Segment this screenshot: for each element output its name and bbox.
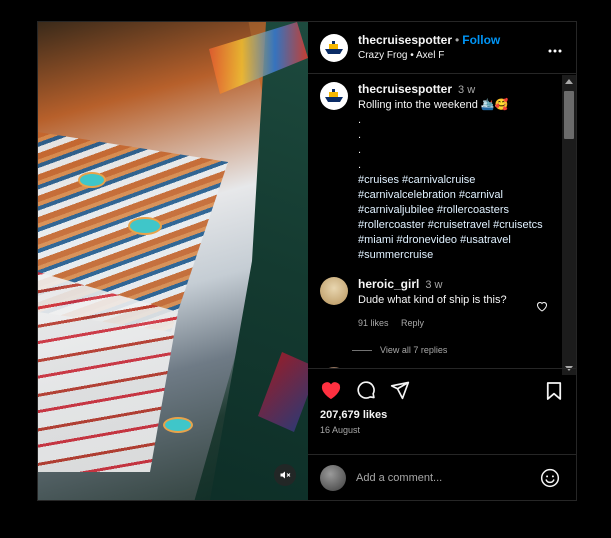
more-options-button[interactable] xyxy=(548,40,562,58)
bookmark-icon xyxy=(546,382,562,400)
comment-item: heroic_girl 3 w Dude what kind of ship is… xyxy=(320,277,564,331)
post-video[interactable] xyxy=(38,22,308,500)
caption-dot: . xyxy=(358,159,362,171)
caption-dot: . xyxy=(358,129,362,141)
comment-likes[interactable]: 91 likes xyxy=(358,318,389,328)
post-actions: 207,679 likes 16 August xyxy=(308,368,576,454)
header-username[interactable]: thecruisespotter xyxy=(358,33,452,47)
pool xyxy=(78,172,106,188)
view-replies-button[interactable]: View all 7 replies xyxy=(352,345,564,355)
view-replies-label: View all 7 replies xyxy=(380,345,448,355)
like-button[interactable] xyxy=(320,380,342,400)
audio-track[interactable]: Crazy Frog • Axel F xyxy=(358,48,500,63)
avatar[interactable] xyxy=(320,33,348,62)
caption: thecruisespotter 3 w Rolling into the wee… xyxy=(320,82,564,263)
comment-icon xyxy=(357,381,375,399)
current-user-avatar xyxy=(320,464,346,491)
likes-count[interactable]: 207,679 likes xyxy=(320,409,564,421)
comment-button[interactable] xyxy=(356,380,376,400)
avatar[interactable] xyxy=(320,82,348,110)
cruise-ship-logo-icon xyxy=(325,40,343,54)
reply-button[interactable]: Reply xyxy=(401,318,424,328)
comments-list[interactable]: thecruisespotter 3 w Rolling into the wee… xyxy=(308,74,576,368)
post-header: thecruisespotter • Follow Crazy Frog • Axe… xyxy=(308,22,576,74)
mute-icon xyxy=(280,471,291,479)
caption-username[interactable]: thecruisespotter xyxy=(358,82,452,96)
comment-text: Dude what kind of ship is this? xyxy=(358,294,507,306)
emoji-icon xyxy=(540,468,560,488)
caption-hashtags[interactable]: #cruises #carnivalcruise #carnivalcelebr… xyxy=(358,173,544,263)
share-button[interactable] xyxy=(390,380,410,400)
comment-like-button[interactable] xyxy=(536,299,548,317)
replies-divider xyxy=(352,349,372,351)
comment-time: 3 w xyxy=(425,279,443,291)
caption-time: 3 w xyxy=(458,84,476,96)
follow-button[interactable]: Follow xyxy=(462,33,500,47)
add-comment-input[interactable] xyxy=(356,471,526,484)
share-icon xyxy=(390,381,410,400)
mute-button[interactable] xyxy=(274,464,296,486)
caption-text: Rolling into the weekend 🛳️🥰 xyxy=(358,99,509,111)
pool xyxy=(128,217,162,235)
emoji-button[interactable] xyxy=(540,468,560,493)
add-comment-bar xyxy=(308,454,576,500)
separator-dot: • xyxy=(455,33,460,47)
heart-outline-icon xyxy=(536,302,548,312)
caption-dot: . xyxy=(358,144,362,156)
caption-dot: . xyxy=(358,114,362,126)
avatar[interactable] xyxy=(320,277,348,305)
comment-username[interactable]: heroic_girl xyxy=(358,277,419,291)
post-side-panel: thecruisespotter • Follow Crazy Frog • Axe… xyxy=(308,22,576,500)
post-dialog: thecruisespotter • Follow Crazy Frog • Axe… xyxy=(37,21,577,501)
pool xyxy=(163,417,193,433)
scroll-up-arrow[interactable] xyxy=(565,79,573,84)
scroll-thumb[interactable] xyxy=(564,91,574,139)
save-button[interactable] xyxy=(546,381,562,406)
heart-icon xyxy=(321,382,341,400)
cruise-ship-logo-icon xyxy=(325,89,343,102)
comments-scrollbar[interactable] xyxy=(562,75,576,375)
more-icon xyxy=(548,49,562,53)
post-date: 16 August xyxy=(320,425,361,435)
